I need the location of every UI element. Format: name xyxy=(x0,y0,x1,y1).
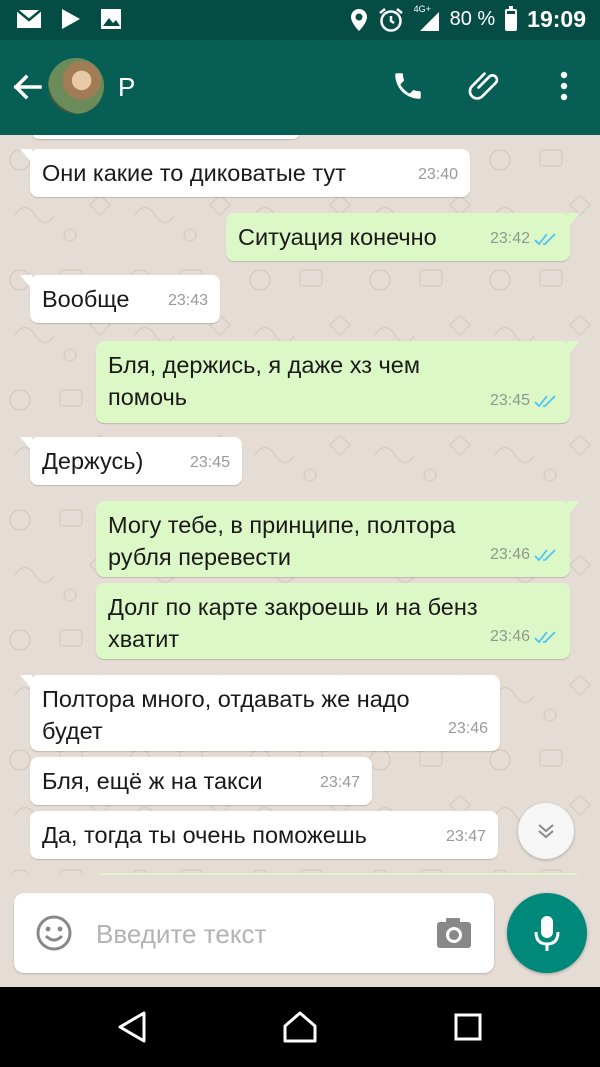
attach-icon[interactable] xyxy=(466,66,506,106)
message-time: 23:45 xyxy=(489,392,530,409)
message-time: 23:42 xyxy=(489,230,530,247)
home-icon[interactable] xyxy=(280,1007,320,1047)
read-ticks-icon xyxy=(534,233,556,246)
message-text: Они какие то диковатые тут xyxy=(42,160,346,186)
message-time: 23:45 xyxy=(189,454,230,471)
message-incoming[interactable]: Вообще 23:43 xyxy=(20,275,220,323)
message-incoming[interactable]: Да, тогда ты очень поможешь 23:47 xyxy=(30,811,498,859)
message-incoming[interactable]: Они какие то диковатые тут 23:40 xyxy=(20,149,470,197)
message-outgoing[interactable]: Бля, держись, я даже хз чем помочь 23:45 xyxy=(96,341,580,423)
message-text: Да, тогда ты очень поможешь xyxy=(42,822,367,848)
read-ticks-icon xyxy=(534,395,556,408)
contact-name[interactable]: P xyxy=(118,72,135,103)
emoji-icon[interactable] xyxy=(34,913,74,953)
message-text: Вообще xyxy=(42,286,130,312)
system-nav-bar xyxy=(0,987,600,1067)
avatar[interactable] xyxy=(48,58,104,114)
mic-button[interactable] xyxy=(507,893,587,973)
message-time: 23:43 xyxy=(167,292,208,309)
camera-icon[interactable] xyxy=(434,913,474,953)
message-text: Держусь) xyxy=(42,448,144,474)
message-list[interactable]: Они какие то диковатые тут 23:40 Ситуаци… xyxy=(0,135,600,875)
message-composer xyxy=(14,893,494,973)
message-time: 23:46 xyxy=(489,546,530,563)
location-icon xyxy=(350,8,367,31)
play-store-icon xyxy=(62,9,80,29)
status-bar: 4G+ 80 % 19:09 xyxy=(0,0,600,40)
message-incoming[interactable]: Бля, ещё ж на такси 23:47 xyxy=(30,757,372,805)
message-time: 23:47 xyxy=(319,774,360,791)
message-outgoing[interactable]: Долг по карте закроешь и на бенз хватит … xyxy=(96,583,570,659)
phone-icon[interactable] xyxy=(388,66,428,106)
scroll-to-bottom-button[interactable] xyxy=(518,803,574,859)
message-text: Бля, ещё ж на такси xyxy=(42,768,263,794)
back-triangle-icon[interactable] xyxy=(112,1007,152,1047)
alarm-icon xyxy=(378,7,403,32)
battery-percent: 80 % xyxy=(449,8,496,30)
message-text: Полтора много, отдавать же надо будет xyxy=(42,686,410,744)
signal-icon: 4G+ xyxy=(414,4,440,32)
message-incoming[interactable]: Полтора много, отдавать же надо будет 23… xyxy=(20,675,500,751)
battery-fill xyxy=(507,14,516,29)
message-outgoing[interactable]: Могу тебе, в принципе, полтора рубля пер… xyxy=(96,501,580,577)
chat-header: P xyxy=(0,40,600,135)
clock: 19:09 xyxy=(527,6,586,32)
mic-icon xyxy=(534,916,560,951)
message-time: 23:40 xyxy=(417,166,458,183)
message-time: 23:46 xyxy=(447,720,488,737)
mail-icon xyxy=(16,9,42,28)
chevron-down-double-icon xyxy=(538,824,554,839)
message-text: Бля, держись, я даже хз чем помочь xyxy=(108,352,421,410)
message-time: 23:47 xyxy=(445,828,486,845)
message-text: Ситуация конечно xyxy=(238,224,437,250)
message-text: Долг по карте закроешь и на бенз хватит xyxy=(108,594,478,652)
message-outgoing[interactable]: Ситуация конечно 23:42 xyxy=(226,213,580,261)
gallery-icon xyxy=(101,9,121,29)
message-bubble-cut xyxy=(32,135,300,139)
read-ticks-icon xyxy=(534,549,556,562)
battery-icon xyxy=(505,5,518,31)
message-input[interactable] xyxy=(94,913,418,955)
message-time: 23:46 xyxy=(489,628,530,645)
message-text: Могу тебе, в принципе, полтора рубля пер… xyxy=(108,512,456,570)
read-ticks-icon xyxy=(534,631,556,644)
message-incoming[interactable]: Держусь) 23:45 xyxy=(20,437,242,485)
back-arrow-icon[interactable] xyxy=(10,69,46,105)
recents-icon[interactable] xyxy=(448,1007,488,1047)
more-vert-icon[interactable] xyxy=(544,66,584,106)
message-bubble-cut xyxy=(96,873,582,875)
